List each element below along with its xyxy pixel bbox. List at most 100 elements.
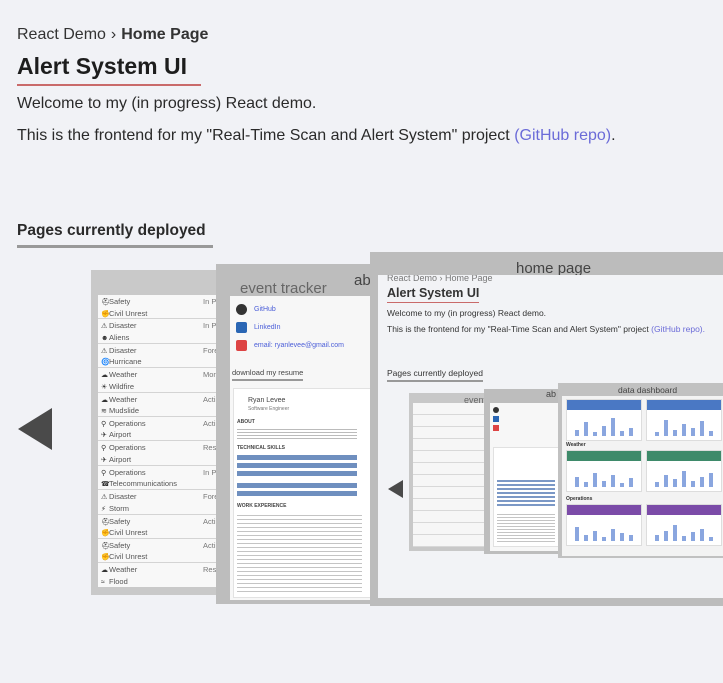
mini-dashboard-bar	[682, 536, 686, 541]
alert-category-icon: ⛑	[101, 299, 110, 306]
alert-category-icon: ☁	[101, 567, 108, 575]
mini-dashboard-bar	[611, 475, 615, 487]
alert-category-text: Disaster	[109, 321, 137, 331]
alert-category-icon: ⚲	[101, 469, 107, 477]
mini-dashboard-panel-header	[567, 505, 641, 515]
resume-github-link: GitHub	[254, 306, 276, 313]
mini-dashboard-bar	[602, 537, 606, 541]
about-card-title: ab	[354, 272, 371, 289]
mini-card-dashboard: data dashboard Weather Operations	[558, 383, 723, 558]
alert-subtype-text: Telecommunications	[109, 479, 177, 489]
skills-row	[237, 455, 357, 460]
carousel-prev-arrow-icon[interactable]	[18, 408, 52, 450]
alert-status: In P	[203, 467, 217, 477]
alert-category-icon: ☁	[101, 372, 108, 380]
alert-status: In P	[203, 297, 217, 306]
breadcrumb-current: Home Page	[121, 26, 209, 43]
carousel-card-home-page[interactable]: home page React Demo › Home Page Alert S…	[370, 252, 723, 606]
intro-text: Welcome to my (in progress) React demo.	[17, 95, 317, 112]
alert-subtype-text: Airport	[109, 430, 132, 440]
deployed-pages-heading: Pages currently deployed	[17, 222, 213, 248]
alert-category-icon: ⚠	[101, 494, 108, 502]
alert-subtype-text: Flood	[109, 576, 128, 586]
github-icon	[236, 304, 247, 315]
mini-dashboard-bar	[629, 535, 633, 541]
mini-operations-section: Operations	[566, 496, 593, 502]
mini-dashboard-bar	[709, 473, 713, 487]
mini-dashboard-bar	[629, 428, 633, 436]
carousel-card-alert-list[interactable]: ⛑Safety ✊Civil Unrest In P ⚠ Disaster ☻Aliens…	[91, 270, 236, 595]
carousel-card-event-tracker[interactable]: event tracker ab GitHub LinkedIn email: …	[216, 264, 386, 604]
mini-dashboard-bar	[655, 482, 659, 487]
mini-dashboard-bar	[629, 478, 633, 487]
mini-dashboard-panel	[646, 399, 722, 441]
alert-subtype-text: Civil Unrest	[109, 528, 148, 538]
mini-dashboard-panel	[646, 504, 722, 546]
mini-description-body: This is the frontend for my "Real-Time S…	[387, 324, 652, 334]
mini-dashboard-bar	[673, 430, 677, 436]
mini-dashboard-title: data dashboard	[618, 385, 678, 395]
skills-row	[237, 491, 357, 496]
alert-category-text: Disaster	[109, 492, 137, 502]
alert-subtype-text: Civil Unrest	[109, 308, 148, 318]
resume-experience-heading: WORK EXPERIENCE	[237, 503, 287, 509]
mini-dashboard-panel	[566, 399, 642, 441]
mini-dashboard-bar	[575, 430, 579, 436]
mini-dashboard-panel-header	[647, 451, 721, 461]
alert-subtype-text: Mudslide	[109, 406, 140, 416]
mini-dashboard-bar	[620, 483, 624, 487]
mini-dashboard-bar	[602, 481, 606, 487]
alert-category-text: Safety	[109, 540, 131, 550]
mini-dashboard-panel	[566, 450, 642, 492]
alert-category-icon: ☁	[101, 396, 108, 404]
mini-dashboard-bar	[664, 475, 668, 487]
mini-dashboard-panel-header	[567, 400, 641, 410]
alert-category-icon: ⛑	[101, 542, 110, 550]
alert-category-text: Operations	[109, 443, 146, 453]
mini-weather-section: Weather	[566, 442, 586, 448]
alert-category-icon: ⚲	[101, 420, 107, 428]
alert-category-icon: ⚲	[101, 445, 107, 453]
resume-experience-text	[237, 512, 362, 592]
alert-category-icon: ⚠	[101, 347, 108, 355]
breadcrumb-root[interactable]: React Demo	[17, 26, 106, 43]
mini-dashboard-panel-header	[647, 505, 721, 515]
mini-dashboard-panel	[646, 450, 722, 492]
alert-subtype-text: Storm	[109, 503, 130, 513]
mini-alert-list	[413, 403, 484, 547]
mini-dashboard-bar	[602, 426, 606, 436]
github-repo-link[interactable]: (GitHub repo)	[514, 127, 611, 144]
alert-subtype-text: Airport	[109, 454, 132, 464]
resume-skills-heading: TECHNICAL SKILLS	[237, 445, 285, 451]
mini-dashboard-panel-header	[567, 451, 641, 461]
mini-dashboard-bar	[673, 479, 677, 487]
mini-dashboard-bar	[611, 418, 615, 436]
mini-dashboard-bar	[655, 432, 659, 436]
page-title: Alert System UI	[17, 53, 201, 86]
mini-dashboard-bar	[691, 532, 695, 541]
breadcrumb: React Demo › Home Page	[17, 26, 208, 44]
alert-category-text: Safety	[109, 297, 131, 306]
alert-category-icon: ⚠	[101, 323, 108, 331]
mini-page-title: Alert System UI	[387, 286, 479, 303]
resume-linkedin-link: LinkedIn	[254, 324, 281, 331]
alert-subtype-text: Aliens	[109, 332, 130, 342]
mini-dashboard-bar	[673, 525, 677, 541]
mini-card-resume: ab	[484, 389, 562, 554]
mini-dashboard-bar	[584, 482, 588, 487]
home-page-preview: React Demo › Home Page Alert System UI W…	[378, 275, 723, 598]
mini-email-icon	[493, 425, 499, 431]
mini-dashboard-bar	[664, 420, 668, 436]
mini-dashboard-bar	[691, 428, 695, 436]
mini-skills	[497, 478, 555, 506]
mini-about-title: ab	[546, 389, 557, 399]
mini-dashboard-bar	[700, 421, 704, 436]
mini-dashboard-bar	[664, 531, 668, 541]
alert-category-icon: ⛑	[101, 518, 110, 526]
mini-dashboard-bar	[691, 481, 695, 487]
mini-linkedin-icon	[493, 416, 499, 422]
alert-status: Acti	[203, 394, 216, 404]
mini-dashboard-bar	[709, 537, 713, 541]
mini-dashboard-bar	[593, 531, 597, 541]
mini-description: This is the frontend for my "Real-Time S…	[387, 324, 705, 334]
